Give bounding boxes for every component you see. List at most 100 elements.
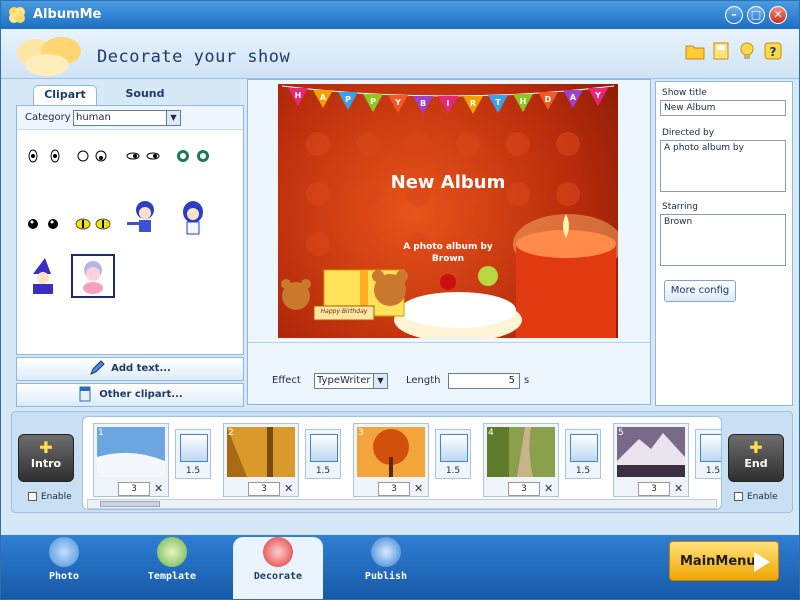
banner-letter: T <box>495 98 501 107</box>
help-icon[interactable]: ? <box>763 41 783 61</box>
tab-sound[interactable]: Sound <box>115 85 175 105</box>
clipart-gallery: Category human ▼ <box>16 105 244 355</box>
transition-slot-3[interactable]: 1.5 <box>435 429 471 479</box>
heart-icon <box>263 537 293 567</box>
transition-slot-5[interactable]: 1.5 <box>695 429 721 479</box>
scrollbar-thumb[interactable] <box>100 501 160 507</box>
clipart-blue-girl[interactable] <box>173 198 213 238</box>
storyboard-strip: 1 3 ✕ 1.5 2 3 ✕ 1.5 3 3 ✕ 1.5 4 3 ✕ 1.5 … <box>82 416 722 510</box>
folder-icon[interactable] <box>685 41 705 61</box>
title-bar[interactable]: AlbumMe – □ ✕ <box>1 1 799 29</box>
clover-logo-icon <box>9 7 25 23</box>
checkbox-icon[interactable] <box>28 492 37 501</box>
intro-button[interactable]: ✚ Intro <box>18 434 74 482</box>
photo-slot-2[interactable]: 2 3 ✕ <box>223 423 299 497</box>
nav-decorate-label: Decorate <box>253 571 303 582</box>
photo-number: 4 <box>488 428 494 438</box>
end-enable-checkbox[interactable]: Enable <box>734 492 778 502</box>
photo-slot-3[interactable]: 3 3 ✕ <box>353 423 429 497</box>
clipart-pink-character-icon <box>83 261 103 294</box>
happy-birthday-sign: Happy Birthday <box>320 308 368 315</box>
photo-duration-input[interactable]: 3 <box>118 482 150 496</box>
transition-slot-4[interactable]: 1.5 <box>565 429 601 479</box>
photo-duration-input[interactable]: 3 <box>248 482 280 496</box>
remove-photo-icon[interactable]: ✕ <box>284 482 293 495</box>
category-select[interactable]: human ▼ <box>73 110 181 126</box>
preview-frame: HAPPYBIRTHDAY New Album A photo album by… <box>247 79 651 405</box>
pencil-icon <box>90 360 105 375</box>
clipart-eyes-yellow[interactable] <box>73 204 113 244</box>
plus-icon: ✚ <box>39 438 53 457</box>
remove-photo-icon[interactable]: ✕ <box>544 482 553 495</box>
length-input[interactable]: 5 <box>448 373 520 389</box>
bottom-navigation: Photo Template Decorate Publish MainMenu <box>1 535 799 599</box>
length-unit: s <box>524 375 530 386</box>
storyboard-scrollbar[interactable] <box>87 499 717 509</box>
main-menu-label: MainMenu <box>680 554 756 569</box>
effect-select[interactable]: TypeWriter ▼ <box>314 373 388 389</box>
photo-duration-input[interactable]: 3 <box>638 482 670 496</box>
header: Decorate your show ? <box>1 29 799 79</box>
starring-input[interactable]: Brown <box>660 214 786 266</box>
banner-letter: P <box>345 95 351 104</box>
starring-label: Starring <box>662 202 698 212</box>
save-icon[interactable] <box>711 41 731 61</box>
close-button[interactable]: ✕ <box>769 6 787 24</box>
clipart-eyes-black[interactable] <box>23 204 63 244</box>
remove-photo-icon[interactable]: ✕ <box>674 482 683 495</box>
nav-photo[interactable]: Photo <box>19 537 109 593</box>
preview-canvas[interactable]: HAPPYBIRTHDAY New Album A photo album by… <box>278 84 618 338</box>
photo-duration-input[interactable]: 3 <box>508 482 540 496</box>
photo-thumbnail <box>357 427 425 477</box>
photo-duration-input[interactable]: 3 <box>378 482 410 496</box>
banner-letter: Y <box>394 98 401 107</box>
intro-enable-label: Enable <box>41 492 72 502</box>
other-clipart-label: Other clipart... <box>99 389 183 400</box>
preview-art: HAPPYBIRTHDAY <box>281 85 618 338</box>
add-text-button[interactable]: Add text... <box>16 357 244 381</box>
window-title: AlbumMe <box>33 7 102 22</box>
other-clipart-button[interactable]: Other clipart... <box>16 383 244 407</box>
clipart-eyes-round[interactable] <box>73 136 113 176</box>
nav-photo-label: Photo <box>48 571 80 582</box>
remove-photo-icon[interactable]: ✕ <box>414 482 423 495</box>
photo-number: 1 <box>98 428 104 438</box>
nav-decorate[interactable]: Decorate <box>233 537 323 599</box>
show-info-panel: Show title New Album Directed by A photo… <box>655 81 793 406</box>
chevron-down-icon[interactable]: ▼ <box>166 111 180 125</box>
directed-by-input[interactable]: A photo album by <box>660 140 786 192</box>
transition-slot-1[interactable]: 1.5 <box>175 429 211 479</box>
clipart-eyes-oval[interactable] <box>23 136 63 176</box>
intro-enable-checkbox[interactable]: Enable <box>28 492 72 502</box>
category-row: Category human ▼ <box>17 106 243 130</box>
clipart-eyes-side[interactable] <box>123 136 163 176</box>
clipart-wizard[interactable] <box>23 256 63 296</box>
banner-letter: A <box>320 93 327 102</box>
tab-clipart[interactable]: Clipart <box>33 85 97 105</box>
transition-slot-2[interactable]: 1.5 <box>305 429 341 479</box>
photo-slot-4[interactable]: 4 3 ✕ <box>483 423 559 497</box>
bulb-icon[interactable] <box>737 41 757 61</box>
maximize-button[interactable]: □ <box>747 6 765 24</box>
photo-slot-1[interactable]: 1 3 ✕ <box>93 423 169 497</box>
clipart-blue-boy[interactable] <box>123 198 163 238</box>
add-text-label: Add text... <box>111 363 171 374</box>
intro-label: Intro <box>30 457 62 470</box>
nav-publish[interactable]: Publish <box>341 537 431 593</box>
banner-letter: I <box>447 99 450 108</box>
more-config-button[interactable]: More config <box>664 280 736 302</box>
minimize-button[interactable]: – <box>725 6 743 24</box>
nav-publish-label: Publish <box>364 571 408 582</box>
effect-settings: Effect TypeWriter ▼ Length 5 s <box>248 342 650 404</box>
remove-photo-icon[interactable]: ✕ <box>154 482 163 495</box>
svg-text:?: ? <box>770 45 777 59</box>
chevron-down-icon[interactable]: ▼ <box>373 374 387 388</box>
end-button[interactable]: ✚ End <box>728 434 784 482</box>
photo-slot-5[interactable]: 5 3 ✕ <box>613 423 689 497</box>
main-menu-button[interactable]: MainMenu <box>669 541 779 581</box>
checkbox-icon[interactable] <box>734 492 743 501</box>
clipart-pink-character[interactable] <box>71 254 115 298</box>
nav-template[interactable]: Template <box>127 537 217 593</box>
clipart-eyes-green[interactable] <box>173 136 213 176</box>
show-title-input[interactable]: New Album <box>660 100 786 116</box>
